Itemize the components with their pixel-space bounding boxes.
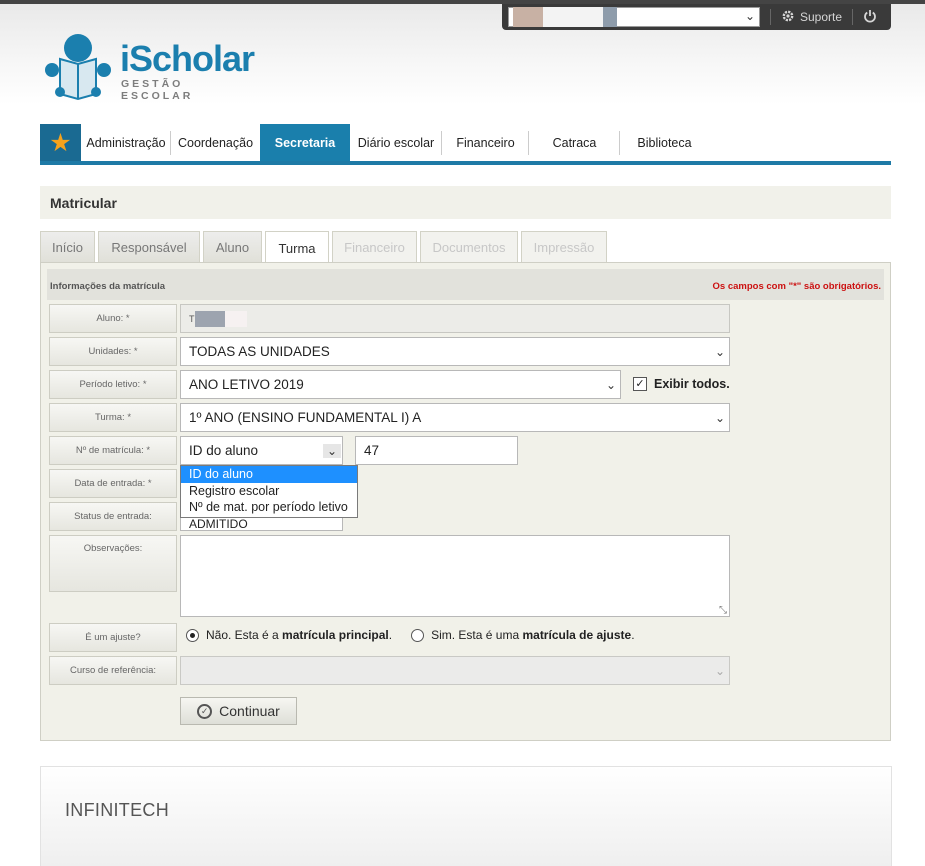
chevron-down-icon: ⌄	[605, 377, 616, 392]
label-observacoes: Observações:	[49, 535, 177, 592]
tab-documentos: Documentos	[420, 231, 518, 263]
chevron-down-icon: ⌄	[714, 663, 725, 678]
label-aluno: Aluno: *	[49, 304, 177, 333]
gear-icon	[781, 9, 795, 26]
ajuste-nao-bold: matrícula principal	[282, 628, 389, 642]
nav-item-financeiro[interactable]: Financeiro	[442, 124, 529, 161]
user-bar: ⌄ Suporte	[502, 4, 891, 30]
required-note: Os campos com "*" são obrigatórios.	[712, 281, 881, 292]
divider	[770, 9, 771, 25]
numero-matricula-input[interactable]: 47	[355, 436, 518, 465]
user-avatar	[513, 7, 543, 27]
nav-item-secretaria[interactable]: Secretaria	[260, 124, 350, 161]
status-entrada-value: ADMITIDO	[189, 519, 248, 529]
user-select[interactable]: ⌄	[508, 7, 760, 27]
aluno-field: T	[180, 304, 730, 333]
aluno-name-redacted	[194, 310, 225, 327]
turma-select[interactable]: 1º ANO (ENSINO FUNDAMENTAL I) A ⌄	[180, 403, 730, 432]
power-icon[interactable]	[863, 9, 877, 26]
favorites-star-icon[interactable]: ★	[40, 124, 81, 161]
label-unidades: Unidades: *	[49, 337, 177, 366]
label-data-entrada: Data de entrada: *	[49, 469, 177, 498]
ajuste-nao-suffix: .	[388, 628, 393, 642]
nav-item-catraca[interactable]: Catraca	[529, 124, 620, 161]
main-nav: ★ Administração Coordenação Secretaria D…	[40, 124, 891, 165]
dropdown-option[interactable]: ID do aluno	[181, 466, 357, 483]
footer-brand: INFINITECH	[65, 800, 169, 820]
unidades-value: TODAS AS UNIDADES	[189, 344, 330, 359]
resize-handle-icon[interactable]: ⤡	[719, 605, 727, 616]
ajuste-sim-suffix: .	[631, 628, 635, 642]
curso-referencia-select: ⌄	[180, 656, 730, 685]
ajuste-radio-group: Não. Esta é a matrícula principal. Sim. …	[186, 628, 635, 642]
chevron-down-icon: ⌄	[714, 410, 725, 425]
user-name-redacted	[543, 7, 603, 27]
chevron-down-icon: ⌄	[744, 9, 755, 23]
turma-value: 1º ANO (ENSINO FUNDAMENTAL I) A	[189, 410, 422, 425]
label-turma: Turma: *	[49, 403, 177, 432]
nav-item-biblioteca[interactable]: Biblioteca	[620, 124, 709, 161]
nav-item-coordenacao[interactable]: Coordenação	[171, 124, 260, 161]
label-ajuste: É um ajuste?	[49, 623, 177, 652]
user-name-redacted-2	[603, 7, 617, 27]
ajuste-nao-radio[interactable]	[186, 628, 199, 642]
support-link[interactable]: Suporte	[781, 9, 842, 26]
check-circle-icon: ✓	[197, 703, 213, 719]
tab-turma[interactable]: Turma	[265, 231, 329, 264]
ajuste-sim-radio[interactable]	[411, 628, 425, 642]
ajuste-sim-text: Sim. Esta é uma	[431, 628, 523, 642]
label-periodo-letivo: Período letivo: *	[49, 370, 177, 399]
tab-responsavel[interactable]: Responsável	[98, 231, 200, 263]
tab-inicio[interactable]: Início	[40, 231, 95, 263]
ajuste-sim-label[interactable]: Sim. Esta é uma matrícula de ajuste.	[431, 628, 634, 642]
ajuste-nao-label[interactable]: Não. Esta é a matrícula principal.	[206, 628, 392, 642]
label-status-entrada: Status de entrada:	[49, 502, 177, 531]
label-numero-matricula: Nº de matrícula: *	[49, 436, 177, 465]
dropdown-option[interactable]: Nº de mat. por período letivo	[181, 499, 357, 516]
nav-item-administracao[interactable]: Administração	[81, 124, 171, 161]
chevron-down-icon: ⌄	[322, 443, 341, 458]
tab-impressao: Impressão	[521, 231, 607, 263]
enrollment-form: Informações da matrícula Os campos com "…	[40, 262, 891, 741]
nav-item-diario-escolar[interactable]: Diário escolar	[350, 124, 442, 161]
tab-aluno[interactable]: Aluno	[203, 231, 262, 263]
tab-financeiro: Financeiro	[332, 231, 417, 263]
dropdown-option[interactable]: Registro escolar	[181, 483, 357, 500]
numero-type-value: ID do aluno	[189, 443, 259, 458]
label-curso-referencia: Curso de referência:	[49, 656, 177, 685]
numero-matricula-value: 47	[364, 443, 380, 458]
exibir-todos-option[interactable]: ✓ Exibir todos.	[633, 377, 730, 391]
aluno-name-redacted-2	[224, 310, 247, 327]
exibir-todos-checkbox[interactable]: ✓	[633, 377, 647, 391]
exibir-todos-label: Exibir todos.	[654, 377, 730, 391]
continue-label: Continuar	[219, 703, 280, 719]
footer: INFINITECH	[40, 766, 892, 866]
periodo-letivo-value: ANO LETIVO 2019	[189, 377, 304, 392]
numero-type-select[interactable]: ID do aluno ⌄	[180, 436, 343, 465]
continue-button[interactable]: ✓ Continuar	[180, 697, 297, 725]
periodo-letivo-select[interactable]: ANO LETIVO 2019 ⌄	[180, 370, 621, 399]
ajuste-sim-bold: matrícula de ajuste	[522, 628, 632, 642]
form-header: Informações da matrícula Os campos com "…	[47, 269, 884, 300]
divider	[852, 9, 854, 25]
logo-tagline: GESTÃO ESCOLAR	[121, 78, 194, 102]
form-section-title: Informações da matrícula	[50, 281, 166, 292]
logo-name: iScholar	[120, 38, 255, 79]
chevron-down-icon: ⌄	[714, 344, 725, 359]
ajuste-nao-text: Não. Esta é a	[206, 628, 283, 642]
app-logo[interactable]: iScholar GESTÃO ESCOLAR	[40, 26, 260, 102]
numero-type-dropdown: ID do aluno Registro escolar Nº de mat. …	[180, 465, 358, 518]
support-label: Suporte	[800, 10, 843, 24]
unidades-select[interactable]: TODAS AS UNIDADES ⌄	[180, 337, 730, 366]
wizard-tabs: Início Responsável Aluno Turma Financeir…	[40, 231, 607, 264]
observacoes-textarea[interactable]: ⤡	[180, 535, 730, 617]
page-title: Matricular	[40, 186, 891, 219]
book-reader-icon	[45, 34, 111, 101]
